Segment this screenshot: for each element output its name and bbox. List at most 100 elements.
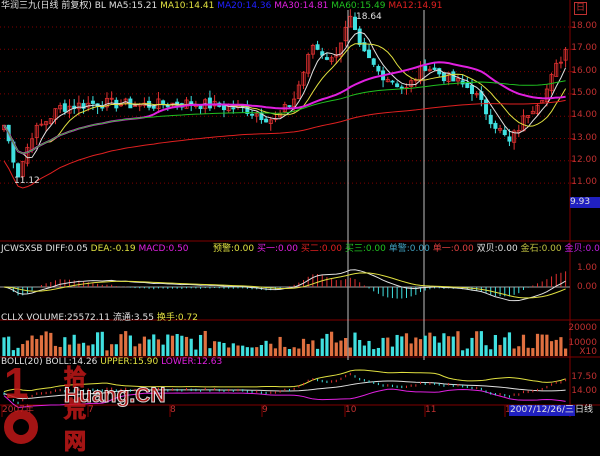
volume-bar [559,337,562,356]
volume-bar [279,337,282,356]
volume-bar [133,346,136,356]
ma5-value: MA5:15.21 [109,1,157,11]
volume-bar [433,336,436,356]
volume-bar [21,344,24,356]
macd-axis-label: 1.00 [577,263,597,273]
volume-bar [157,339,160,356]
boll-upper: UPPER:15.90 [100,357,158,367]
candle-body [494,123,497,128]
volume-bar [40,335,43,356]
volume-bar [241,346,244,356]
volume-bar [143,337,146,356]
current-price-box: 9.93 [570,197,600,208]
volume-bar [531,348,534,356]
price-axis-label: 18.00 [571,21,597,31]
volume-bar [16,348,19,356]
volume-bar [297,349,300,356]
volume-bar [45,331,48,356]
volume-bar [513,349,516,356]
volume-bar [470,338,473,356]
macd-value: MACD:0.50 [138,244,188,254]
macd-axis-label: 0.00 [577,282,597,292]
volume-bar [35,339,38,356]
volume-bar [190,339,193,356]
volume-bar [480,331,483,356]
watermark-en: Huang.CN [64,384,166,408]
kline-chart [0,0,600,417]
price-axis-label: 13.00 [571,133,597,143]
volume-bar [405,333,408,356]
volume-bar [115,344,118,356]
candle-body [372,59,375,65]
float-shares: 流通:3.55 [113,313,154,323]
candle-body [503,130,506,134]
volume-bar [414,338,417,356]
candle-body [424,66,427,70]
volume-bar [73,335,76,356]
candle-body [358,29,361,45]
volume-bar [185,337,188,356]
signal-list: 预警:0.00 买一:0.00 买二:0.00 买三:0.00 单警:0.00 … [213,244,600,255]
ma120-value: MA12:14.91 [388,1,442,11]
volume-bar [274,348,277,356]
low-annotation: 11.12 [14,176,40,187]
volume-bar [339,341,342,356]
volume-bar [288,349,291,356]
macd-diff: DIFF:0.05 [45,244,87,254]
volume-bar [410,343,413,356]
watermark-number: 1 [4,362,38,450]
volume-bar [550,341,553,356]
volume-bar [321,339,324,356]
volume-bar [91,344,94,356]
volume-bar [381,338,384,356]
volume-bar [162,345,165,356]
volume-title: CLLX VOLUME:25572.11 [1,313,110,323]
signal-item: 买一:0.00 [257,244,301,254]
stock-title: 华润三九(日线 前复权) BL [1,1,106,11]
ma30-value: MA30:14.81 [274,1,328,11]
volume-bar [101,332,104,356]
volume-bar [166,335,169,356]
chart-title-bar: 华润三九(日线 前复权) BL MA5:15.21 MA10:14.41 MA2… [1,1,443,12]
ma60-value: MA60:15.49 [331,1,385,11]
volume-bar [236,345,239,356]
volume-bar [527,348,530,356]
volume-bar [335,342,338,356]
signal-item: 买三:0.00 [345,244,389,254]
signal-item: 金贝:0.00 [565,244,600,254]
volume-bar [419,339,422,356]
volume-axis-label: X10 [579,347,597,357]
volume-bar [110,344,113,356]
volume-bar [564,349,567,356]
volume-bar [377,348,380,356]
signal-item: 单警:0.00 [389,244,433,254]
volume-bar [260,345,263,356]
period-corner-button[interactable]: 日 [574,2,587,15]
volume-bar [194,350,197,356]
time-axis-label: 11 [425,405,436,416]
volume-bar [498,345,501,356]
volume-bar [138,344,141,356]
period-button[interactable]: 日线 [575,405,593,416]
volume-bar [147,339,150,356]
volume-bar [63,337,66,356]
volume-bar [461,350,464,356]
volume-bar [545,335,548,356]
candle-body [208,98,211,108]
volume-bar [2,337,5,356]
macd-header: JCWSXSB DIFF:0.05 DEA:-0.19 MACD:0.50 [1,244,189,255]
candle-body [316,45,319,50]
candle-body [484,100,487,114]
volume-bar [7,337,10,356]
volume-bar [447,336,450,356]
volume-bar [208,348,211,356]
volume-bar [82,343,85,356]
candle-body [325,57,328,59]
volume-bar [325,334,328,356]
ma20-value: MA20:14.36 [217,1,271,11]
candle-body [367,50,370,58]
candle-body [91,101,94,103]
price-axis-label: 12.00 [571,155,597,165]
volume-bar [152,334,155,356]
volume-bar [199,335,202,356]
